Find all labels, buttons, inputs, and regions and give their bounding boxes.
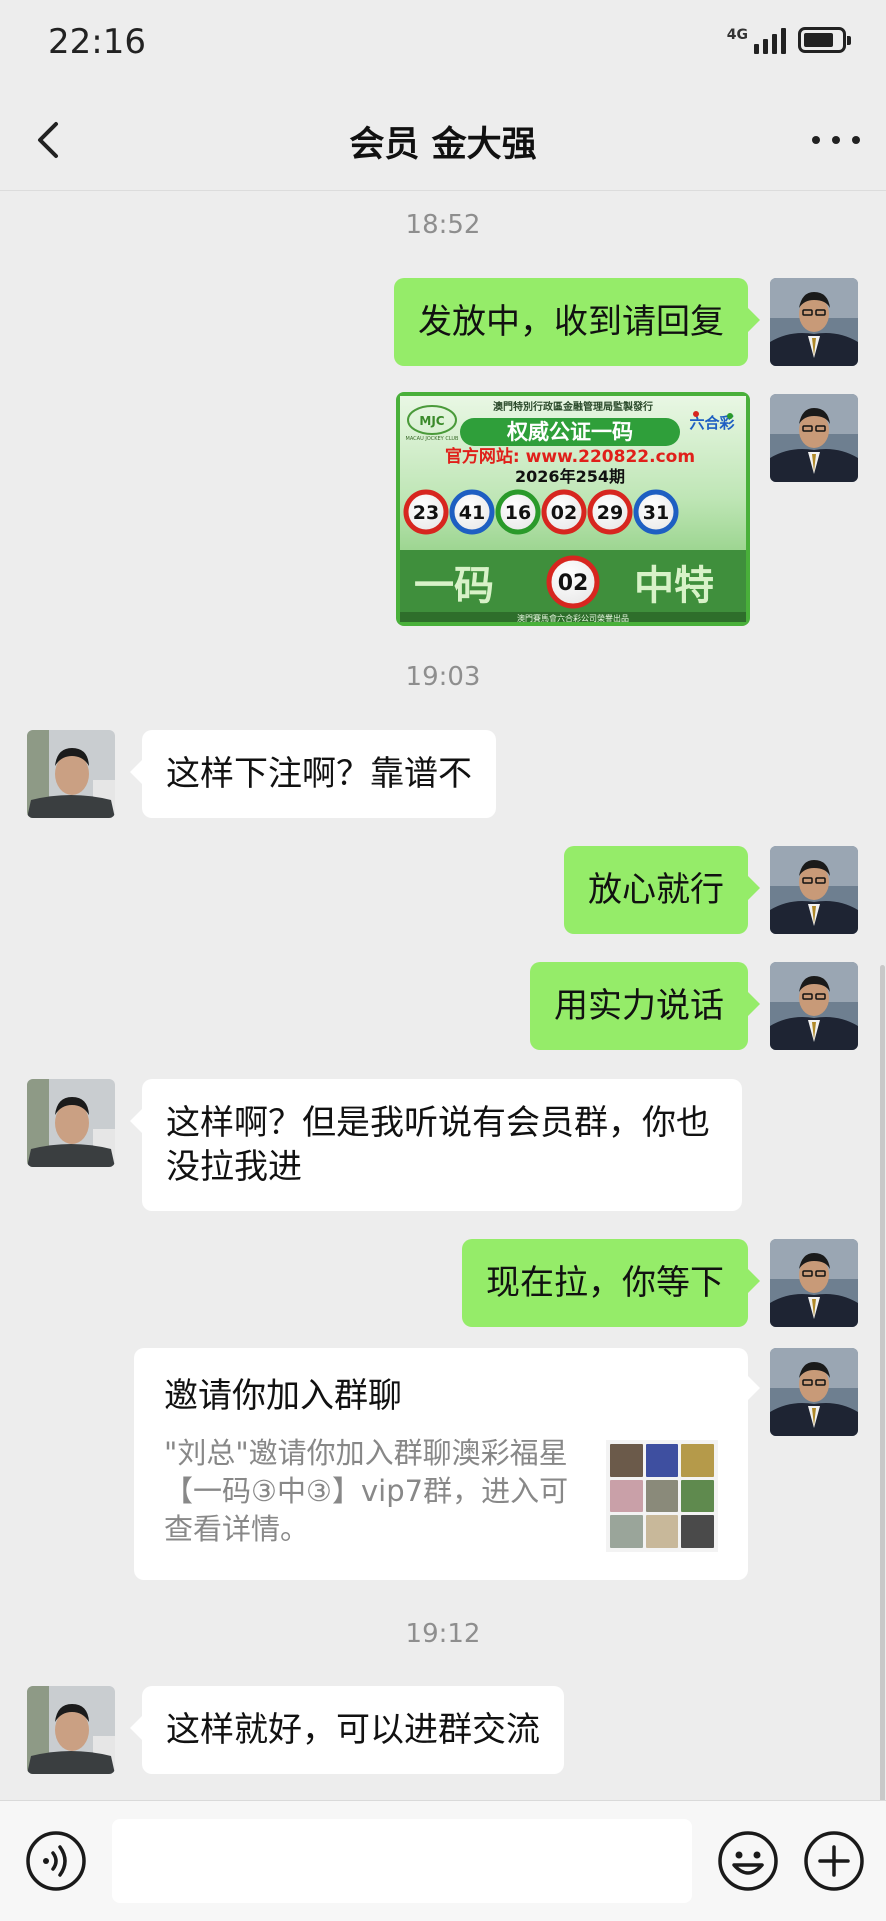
lottery-ball-number: 02 [551, 502, 577, 524]
emoji-icon[interactable] [716, 1829, 780, 1893]
avatar[interactable] [770, 1348, 858, 1436]
message-bubble[interactable]: 这样下注啊？靠谱不 [130, 730, 496, 818]
avatar[interactable] [770, 962, 858, 1050]
message-bubble[interactable]: 用实力说话 [530, 962, 760, 1050]
message-bubble[interactable]: 现在拉，你等下 [462, 1239, 760, 1327]
chat-title: 会员 金大强 [349, 125, 537, 165]
scrollbar[interactable] [880, 965, 885, 1805]
group-invite-card[interactable]: 邀请你加入群聊 "刘总"邀请你加入群聊澳彩福星【一码③中③】vip7群，进入可查… [134, 1348, 760, 1580]
avatar[interactable] [770, 394, 858, 482]
avatar[interactable] [770, 1239, 858, 1327]
more-options-icon[interactable] [812, 124, 860, 156]
avatar[interactable] [770, 278, 858, 366]
battery-level [804, 33, 833, 47]
lottery-ball-number: 29 [597, 502, 623, 524]
input-bar [0, 1800, 886, 1921]
status-bar: 22:16 4G [0, 0, 886, 90]
status-time: 22:16 [48, 22, 146, 62]
lottery-ball-number: 31 [643, 502, 669, 524]
signal-icon [754, 26, 786, 54]
lottery-special-number: 02 [558, 571, 589, 596]
message-input[interactable] [112, 1819, 692, 1903]
lottery-bottom-line: 澳門賽馬會六合彩公司榮譽出品 [517, 613, 629, 623]
avatar[interactable] [27, 730, 115, 818]
chat-header: 会员 金大强 [0, 90, 886, 191]
voice-input-icon[interactable] [24, 1829, 88, 1893]
lottery-ball-number: 23 [413, 502, 439, 524]
network-label: 4G [726, 27, 748, 43]
message-bubble[interactable]: 发放中，收到请回复 [394, 278, 760, 366]
status-icons: 4G [726, 26, 851, 54]
avatar[interactable] [27, 1686, 115, 1774]
lottery-ball-number: 16 [505, 502, 531, 524]
lottery-image[interactable]: MJC MACAU JOCKEY CLUB 六合彩 澳門特別行政區金融管理局監製… [396, 392, 750, 626]
battery-icon [798, 27, 851, 53]
svg-text:MJC: MJC [419, 414, 444, 428]
lottery-issue: 2026年254期 [515, 467, 625, 486]
invite-description: "刘总"邀请你加入群聊澳彩福星【一码③中③】vip7群，进入可查看详情。 [164, 1436, 569, 1546]
lottery-title: 权威公证一码 [506, 420, 633, 444]
avatar[interactable] [27, 1079, 115, 1167]
lottery-website: 官方网站: www.220822.com [445, 446, 695, 467]
lottery-logo-text: MACAU JOCKEY CLUB [406, 436, 459, 442]
lottery-left-word: 一码 [414, 562, 494, 609]
lottery-ball-number: 41 [459, 502, 485, 524]
group-thumbnail [606, 1440, 718, 1552]
plus-icon[interactable] [802, 1829, 866, 1893]
message-bubble[interactable]: 放心就行 [564, 846, 760, 934]
avatar[interactable] [770, 846, 858, 934]
lottery-right-word: 中特 [634, 562, 714, 609]
message-bubble[interactable]: 这样就好，可以进群交流 [130, 1686, 564, 1774]
timestamp: 19:12 [405, 1619, 481, 1649]
message-bubble[interactable]: 这样啊？但是我听说有会员群，你也没拉我进 [130, 1079, 742, 1211]
timestamp: 19:03 [405, 662, 481, 692]
invite-title: 邀请你加入群聊 [164, 1376, 402, 1416]
lottery-image-graphic: MJC MACAU JOCKEY CLUB 六合彩 澳門特別行政區金融管理局監製… [396, 392, 750, 626]
lottery-top-line: 澳門特別行政區金融管理局監製發行 [493, 400, 653, 413]
timestamp: 18:52 [405, 210, 481, 240]
